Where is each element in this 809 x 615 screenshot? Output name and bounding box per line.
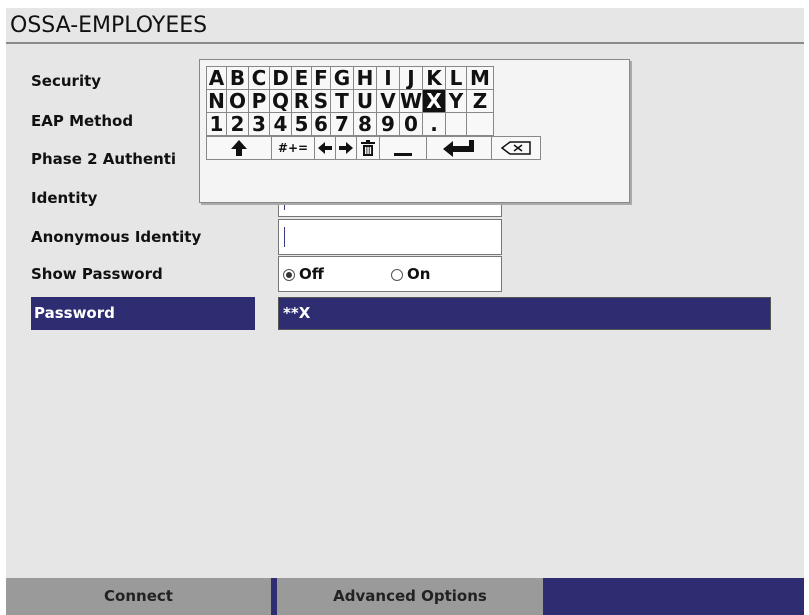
key-3[interactable]: 3 <box>248 112 270 136</box>
key-6[interactable]: 6 <box>311 112 331 136</box>
arrow-left-icon <box>318 142 332 154</box>
key-s[interactable]: S <box>311 89 331 113</box>
key-z[interactable]: Z <box>466 89 494 113</box>
key-blank-1 <box>445 112 467 136</box>
symbols-key[interactable]: #+= <box>271 136 315 160</box>
key-e[interactable]: E <box>291 66 312 90</box>
key-v[interactable]: V <box>376 89 400 113</box>
cursor-right-key[interactable] <box>335 136 357 160</box>
key-y[interactable]: Y <box>445 89 467 113</box>
show-password-on-radio[interactable]: On <box>391 265 430 283</box>
shift-arrow-icon <box>231 140 247 156</box>
key-c[interactable]: C <box>248 66 270 90</box>
backspace-key[interactable] <box>491 136 541 160</box>
show-password-field: Off On <box>278 256 502 292</box>
show-password-off-radio[interactable]: Off <box>283 265 324 283</box>
key-9[interactable]: 9 <box>376 112 400 136</box>
key-o[interactable]: O <box>226 89 249 113</box>
key-l[interactable]: L <box>445 66 467 90</box>
key-m[interactable]: M <box>466 66 494 90</box>
key-7[interactable]: 7 <box>330 112 354 136</box>
window-title: OSSA-EMPLOYEES <box>6 8 804 44</box>
key-b[interactable]: B <box>226 66 249 90</box>
backspace-icon <box>500 141 531 155</box>
virtual-keyboard: A B C D E F G H I J K L M N O P Q R S T … <box>199 59 630 203</box>
key-4[interactable]: 4 <box>269 112 292 136</box>
anonymous-identity-label: Anonymous Identity <box>31 228 202 246</box>
cursor-left-key[interactable] <box>314 136 336 160</box>
delete-key[interactable] <box>356 136 380 160</box>
key-h[interactable]: H <box>353 66 377 90</box>
password-field[interactable]: **X <box>278 297 771 330</box>
key-w[interactable]: W <box>399 89 423 113</box>
trash-icon <box>361 140 375 156</box>
keyboard-row-digits: 1 2 3 4 5 6 7 8 9 0 . <box>206 112 494 136</box>
key-5[interactable]: 5 <box>291 112 312 136</box>
arrow-right-icon <box>339 142 353 154</box>
password-label: Password <box>31 297 255 330</box>
space-key[interactable] <box>379 136 427 160</box>
key-f[interactable]: F <box>311 66 331 90</box>
keyboard-row-letters-2: N O P Q R S T U V W X Y Z <box>206 89 494 113</box>
key-g[interactable]: G <box>330 66 354 90</box>
security-label: Security <box>31 72 102 90</box>
show-password-off-label: Off <box>299 265 324 283</box>
anonymous-identity-field[interactable] <box>278 219 502 255</box>
connect-button[interactable]: Connect <box>6 578 271 615</box>
radio-selected-icon <box>283 268 295 281</box>
shift-key[interactable] <box>206 136 272 160</box>
key-blank-2 <box>466 112 494 136</box>
key-i[interactable]: I <box>376 66 400 90</box>
key-period[interactable]: . <box>422 112 446 136</box>
screen: OSSA-EMPLOYEES Security EAP Method Phase… <box>6 8 804 615</box>
key-q[interactable]: Q <box>269 89 292 113</box>
radio-unselected-icon <box>391 268 403 281</box>
show-password-label: Show Password <box>31 265 163 283</box>
key-k[interactable]: K <box>422 66 446 90</box>
eap-method-label: EAP Method <box>31 112 134 130</box>
key-1[interactable]: 1 <box>206 112 227 136</box>
advanced-options-button[interactable]: Advanced Options <box>277 578 543 615</box>
keyboard-row-functions: #+= <box>206 136 541 160</box>
key-u[interactable]: U <box>353 89 377 113</box>
key-a[interactable]: A <box>206 66 227 90</box>
key-8[interactable]: 8 <box>353 112 377 136</box>
identity-label: Identity <box>31 189 98 207</box>
key-r[interactable]: R <box>291 89 312 113</box>
key-x-highlighted[interactable]: X <box>422 89 446 113</box>
key-j[interactable]: J <box>399 66 423 90</box>
anonymous-identity-cursor <box>284 227 285 247</box>
space-bar-icon <box>394 153 412 156</box>
enter-icon <box>443 140 474 157</box>
key-n[interactable]: N <box>206 89 227 113</box>
key-d[interactable]: D <box>269 66 292 90</box>
keyboard-row-letters-1: A B C D E F G H I J K L M <box>206 66 494 90</box>
key-p[interactable]: P <box>248 89 270 113</box>
key-0[interactable]: 0 <box>399 112 423 136</box>
enter-key[interactable] <box>426 136 492 160</box>
key-2[interactable]: 2 <box>226 112 249 136</box>
show-password-on-label: On <box>407 265 431 283</box>
key-t[interactable]: T <box>330 89 354 113</box>
phase2-auth-label: Phase 2 Authenti <box>31 150 177 168</box>
bottom-function-bar: Connect Advanced Options <box>6 578 804 615</box>
